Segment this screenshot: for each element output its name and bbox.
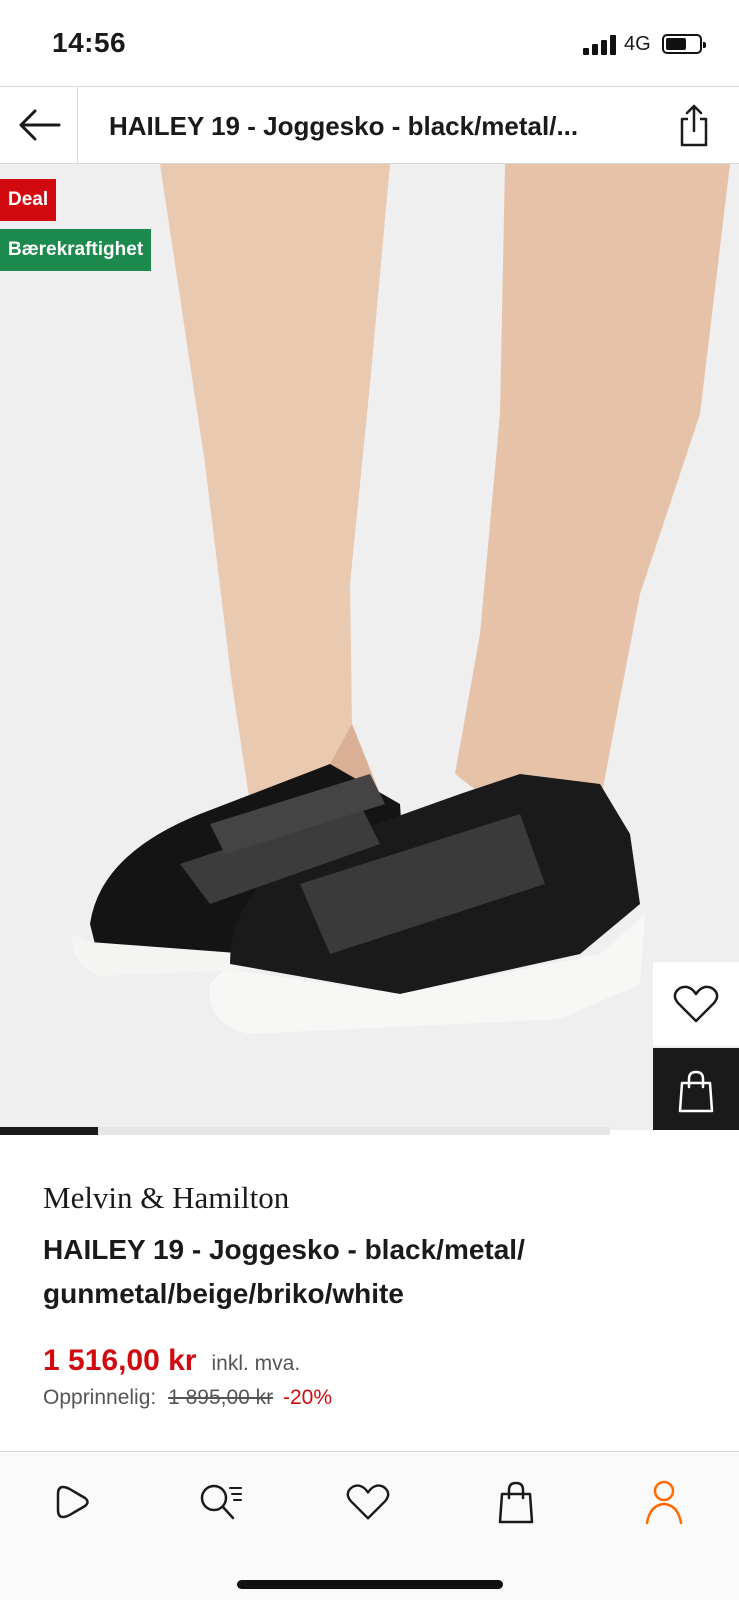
nav-bag[interactable]: [486, 1474, 546, 1530]
product-name: HAILEY 19 - Joggesko - black/metal/ gunm…: [43, 1234, 525, 1309]
play-home-icon: [56, 1485, 89, 1519]
home-indicator: [237, 1580, 503, 1589]
gallery-progress: [0, 1127, 610, 1135]
battery-icon: [662, 34, 706, 54]
shopping-bag-icon: [498, 1481, 534, 1524]
wishlist-button[interactable]: [653, 962, 739, 1046]
deal-badge: Deal: [0, 179, 57, 221]
sustainability-badge: Bærekraftighet: [0, 229, 152, 271]
shopping-bag-icon: [678, 1070, 714, 1113]
share-icon: [680, 104, 708, 147]
user-icon: [645, 1480, 683, 1525]
arrow-left-icon: [19, 109, 60, 141]
nav-home[interactable]: [43, 1474, 103, 1530]
original-price-label: Opprinnelig:: [43, 1386, 157, 1409]
page-title: HAILEY 19 - Joggesko - black/metal/...: [109, 111, 579, 141]
nav-account[interactable]: [634, 1474, 694, 1530]
heart-icon: [346, 1484, 390, 1520]
nav-wishlist[interactable]: [338, 1474, 398, 1530]
search-list-icon: [200, 1484, 242, 1520]
brand-name[interactable]: Melvin & Hamilton: [43, 1180, 289, 1216]
signal-icon: [583, 35, 619, 55]
back-button[interactable]: [0, 87, 78, 163]
status-time: 14:56: [52, 27, 127, 58]
nav-search[interactable]: [191, 1474, 251, 1530]
network-label: 4G: [624, 33, 651, 55]
price-row: 1 516,00 kr inkl. mva.: [43, 1344, 300, 1378]
share-button[interactable]: [672, 101, 716, 149]
bottom-nav: [0, 1451, 739, 1600]
product-header: HAILEY 19 - Joggesko - black/metal/...: [0, 86, 739, 164]
add-to-bag-button[interactable]: [653, 1048, 739, 1130]
original-price-row: Opprinnelig: 1 895,00 kr -20%: [43, 1386, 332, 1410]
product-image[interactable]: Deal Bærekraftighet: [0, 164, 739, 1130]
discount-badge: -20%: [283, 1386, 333, 1409]
vat-note: inkl. mva.: [211, 1352, 301, 1375]
product-photo: [0, 164, 739, 1130]
gallery-progress-fill: [0, 1127, 98, 1135]
heart-icon: [673, 985, 719, 1023]
current-price: 1 516,00 kr: [43, 1344, 197, 1377]
original-price: 1 895,00 kr: [168, 1386, 274, 1409]
status-bar: 14:56 4G: [0, 0, 739, 86]
